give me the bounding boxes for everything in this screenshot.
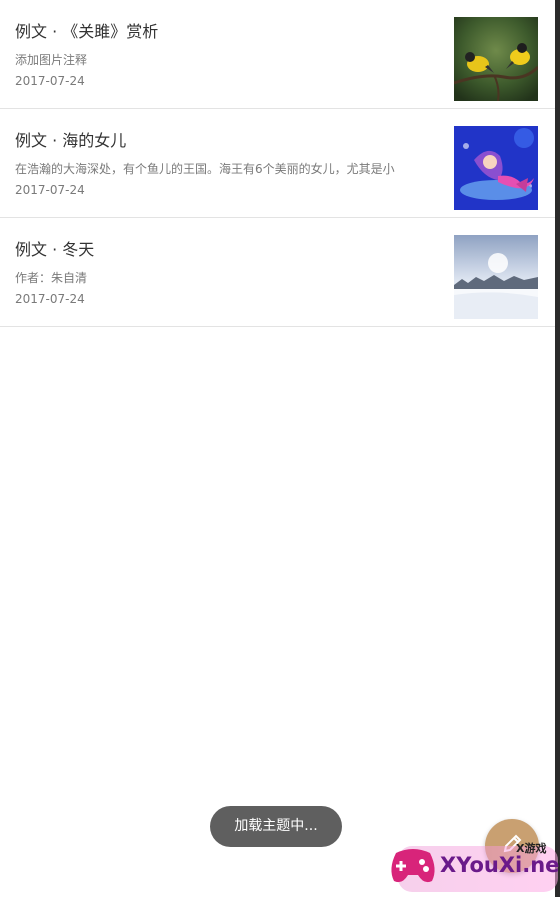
screen-edge: [555, 0, 560, 897]
loading-toast: 加载主题中...: [210, 806, 342, 847]
article-thumbnail: [454, 235, 538, 319]
article-title: 例文 · 冬天: [15, 240, 95, 259]
article-description: 作者：朱自清: [15, 271, 88, 285]
article-item[interactable]: 例文 · 海的女儿 在浩瀚的大海深处，有个鱼儿的王国。海王有6个美丽的女儿，尤其…: [0, 109, 555, 218]
watermark: XYouXi.net X游戏: [388, 838, 560, 894]
article-item[interactable]: 例文 · 冬天 作者：朱自清 2017-07-24: [0, 218, 555, 327]
article-thumbnail: [454, 126, 538, 210]
article-title: 例文 · 《关雎》赏析: [15, 22, 159, 41]
article-date: 2017-07-24: [15, 183, 85, 197]
watermark-subtext: X游戏: [516, 842, 547, 855]
article-thumbnail: [454, 17, 538, 101]
article-title: 例文 · 海的女儿: [15, 131, 127, 150]
article-description: 添加图片注释: [15, 53, 88, 67]
article-date: 2017-07-24: [15, 74, 85, 88]
article-item[interactable]: 例文 · 《关雎》赏析 添加图片注释 2017-07-24: [0, 0, 555, 109]
article-description: 在浩瀚的大海深处，有个鱼儿的王国。海王有6个美丽的女儿，尤其是小: [15, 162, 395, 176]
article-list: 例文 · 《关雎》赏析 添加图片注释 2017-07-24 例文 · 海的女儿 …: [0, 0, 555, 327]
gamepad-icon: [388, 843, 438, 889]
watermark-text: XYouXi.net: [440, 853, 560, 877]
article-date: 2017-07-24: [15, 292, 85, 306]
